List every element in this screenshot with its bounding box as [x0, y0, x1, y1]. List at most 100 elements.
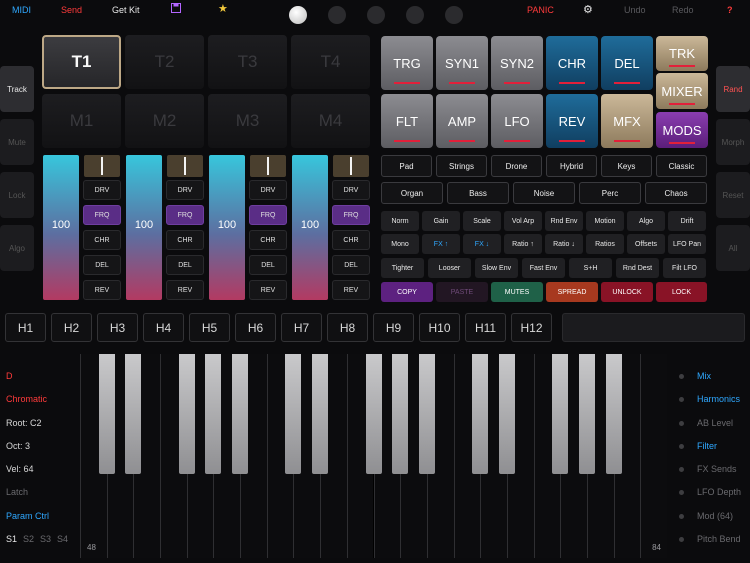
- white-key[interactable]: [640, 354, 667, 558]
- mutate-lfo-pan[interactable]: LFO Pan: [668, 234, 706, 254]
- pad-m2[interactable]: M2: [125, 94, 204, 148]
- latch-toggle[interactable]: Latch: [6, 487, 28, 497]
- redo-button[interactable]: Redo: [672, 5, 694, 15]
- preset-perc[interactable]: Perc: [579, 182, 641, 204]
- pan-knob-3[interactable]: [250, 155, 286, 177]
- black-key[interactable]: [178, 354, 195, 474]
- kit-dot-2[interactable]: [328, 6, 346, 24]
- mutate-tighter[interactable]: Tighter: [381, 258, 424, 278]
- level-fader-2[interactable]: 100: [126, 155, 162, 300]
- pad-t3[interactable]: T3: [208, 35, 287, 89]
- mutate-fx-down[interactable]: FX ↓: [463, 234, 501, 254]
- pan-knob-2[interactable]: [167, 155, 203, 177]
- black-key[interactable]: [392, 354, 409, 474]
- preset-strings[interactable]: Strings: [436, 155, 487, 177]
- help-button[interactable]: ?: [727, 5, 733, 15]
- side-all-button[interactable]: All: [716, 225, 750, 271]
- slot-s3[interactable]: S3: [40, 534, 51, 544]
- black-key[interactable]: [552, 354, 569, 474]
- black-key[interactable]: [578, 354, 595, 474]
- harmonic-h2[interactable]: H2: [51, 313, 92, 342]
- kit-dot-3[interactable]: [367, 6, 385, 24]
- mutate-fx-up[interactable]: FX ↑: [422, 234, 460, 254]
- lock-button[interactable]: LOCK: [656, 282, 707, 302]
- harmonic-h4[interactable]: H4: [143, 313, 184, 342]
- fx-frq-2[interactable]: FRQ: [166, 205, 204, 225]
- module-del[interactable]: DEL: [601, 36, 653, 90]
- mutate-slow-env[interactable]: Slow Env: [475, 258, 518, 278]
- mutate-mono[interactable]: Mono: [381, 234, 419, 254]
- fx-rev-4[interactable]: REV: [332, 280, 370, 300]
- root-label[interactable]: Root: C2: [6, 418, 42, 428]
- send-button[interactable]: Send: [61, 5, 82, 15]
- velocity-label[interactable]: Vel: 64: [6, 464, 34, 474]
- kit-dot-5[interactable]: [445, 6, 463, 24]
- fx-del-1[interactable]: DEL: [83, 255, 121, 275]
- mutate-looser[interactable]: Looser: [428, 258, 471, 278]
- module-amp[interactable]: AMP: [436, 94, 488, 148]
- black-key[interactable]: [472, 354, 489, 474]
- spread-button[interactable]: SPREAD: [546, 282, 598, 302]
- key-label[interactable]: D: [6, 371, 13, 381]
- paste-button[interactable]: PASTE: [436, 282, 488, 302]
- harmonic-h12[interactable]: H12: [511, 313, 552, 342]
- pad-t2[interactable]: T2: [125, 35, 204, 89]
- pad-m4[interactable]: M4: [291, 94, 370, 148]
- pan-knob-1[interactable]: [84, 155, 120, 177]
- harmonic-h1[interactable]: H1: [5, 313, 46, 342]
- level-fader-4[interactable]: 100: [292, 155, 328, 300]
- mutes-button[interactable]: MUTES: [491, 282, 543, 302]
- module-chr[interactable]: CHR: [546, 36, 598, 90]
- mutate-ratio-down[interactable]: Ratio ↓: [545, 234, 583, 254]
- black-key[interactable]: [418, 354, 435, 474]
- black-key[interactable]: [125, 354, 142, 474]
- preset-bass[interactable]: Bass: [447, 182, 509, 204]
- fx-drv-2[interactable]: DRV: [166, 180, 204, 200]
- mutate-rnd-env[interactable]: Rnd Env: [545, 211, 583, 231]
- preset-keys[interactable]: Keys: [601, 155, 652, 177]
- module-trg[interactable]: TRG: [381, 36, 433, 90]
- fx-chr-2[interactable]: CHR: [166, 230, 204, 250]
- octave-label[interactable]: Oct: 3: [6, 441, 30, 451]
- mutate-drift[interactable]: Drift: [668, 211, 706, 231]
- side-algo-button[interactable]: Algo: [0, 225, 34, 271]
- module-trk[interactable]: TRK: [656, 36, 708, 71]
- pad-t4[interactable]: T4: [291, 35, 370, 89]
- mutate-offsets[interactable]: Offsets: [627, 234, 665, 254]
- midi-button[interactable]: MIDI: [12, 5, 31, 15]
- harmonic-h5[interactable]: H5: [189, 313, 230, 342]
- kit-dot-4[interactable]: [406, 6, 424, 24]
- fx-del-2[interactable]: DEL: [166, 255, 204, 275]
- mutate-filt-lfo[interactable]: Filt LFO: [663, 258, 706, 278]
- preset-hybrid[interactable]: Hybrid: [546, 155, 597, 177]
- pad-m1[interactable]: M1: [42, 94, 121, 148]
- side-morph-button[interactable]: Morph: [716, 119, 750, 165]
- module-mfx[interactable]: MFX: [601, 94, 653, 148]
- mutate-vol-arp[interactable]: Vol Arp: [504, 211, 542, 231]
- control-mix[interactable]: Mix: [697, 371, 711, 381]
- preset-noise[interactable]: Noise: [513, 182, 575, 204]
- black-key[interactable]: [312, 354, 329, 474]
- control-filter[interactable]: Filter: [697, 441, 717, 451]
- module-mixer[interactable]: MIXER: [656, 73, 708, 109]
- side-mute-button[interactable]: Mute: [0, 119, 34, 165]
- module-mods[interactable]: MODS: [656, 112, 708, 148]
- slot-s1[interactable]: S1: [6, 534, 17, 544]
- fx-del-3[interactable]: DEL: [249, 255, 287, 275]
- fx-chr-4[interactable]: CHR: [332, 230, 370, 250]
- module-syn1[interactable]: SYN1: [436, 36, 488, 90]
- fx-chr-1[interactable]: CHR: [83, 230, 121, 250]
- fx-drv-4[interactable]: DRV: [332, 180, 370, 200]
- fx-frq-4[interactable]: FRQ: [332, 205, 370, 225]
- preset-chaos[interactable]: Chaos: [645, 182, 707, 204]
- module-rev[interactable]: REV: [546, 94, 598, 148]
- gear-icon[interactable]: ⚙: [583, 3, 593, 16]
- module-flt[interactable]: FLT: [381, 94, 433, 148]
- black-key[interactable]: [285, 354, 302, 474]
- fx-chr-3[interactable]: CHR: [249, 230, 287, 250]
- slot-s4[interactable]: S4: [57, 534, 68, 544]
- piano-keyboard[interactable]: 48 84: [80, 354, 667, 558]
- fx-rev-3[interactable]: REV: [249, 280, 287, 300]
- black-key[interactable]: [232, 354, 249, 474]
- copy-button[interactable]: COPY: [381, 282, 433, 302]
